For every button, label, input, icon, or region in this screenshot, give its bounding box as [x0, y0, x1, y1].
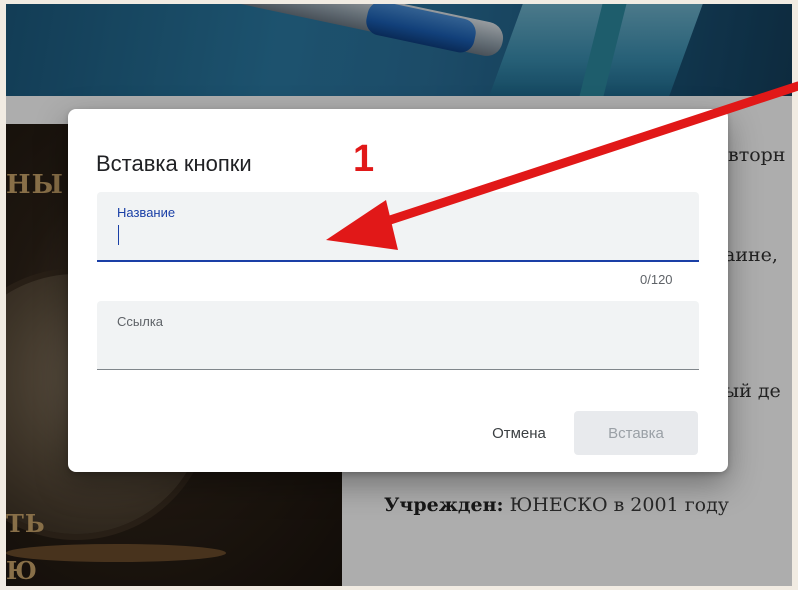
- arrow-head: [326, 200, 398, 250]
- annotation-arrow-icon: [326, 81, 798, 250]
- arrow-shaft: [367, 81, 798, 231]
